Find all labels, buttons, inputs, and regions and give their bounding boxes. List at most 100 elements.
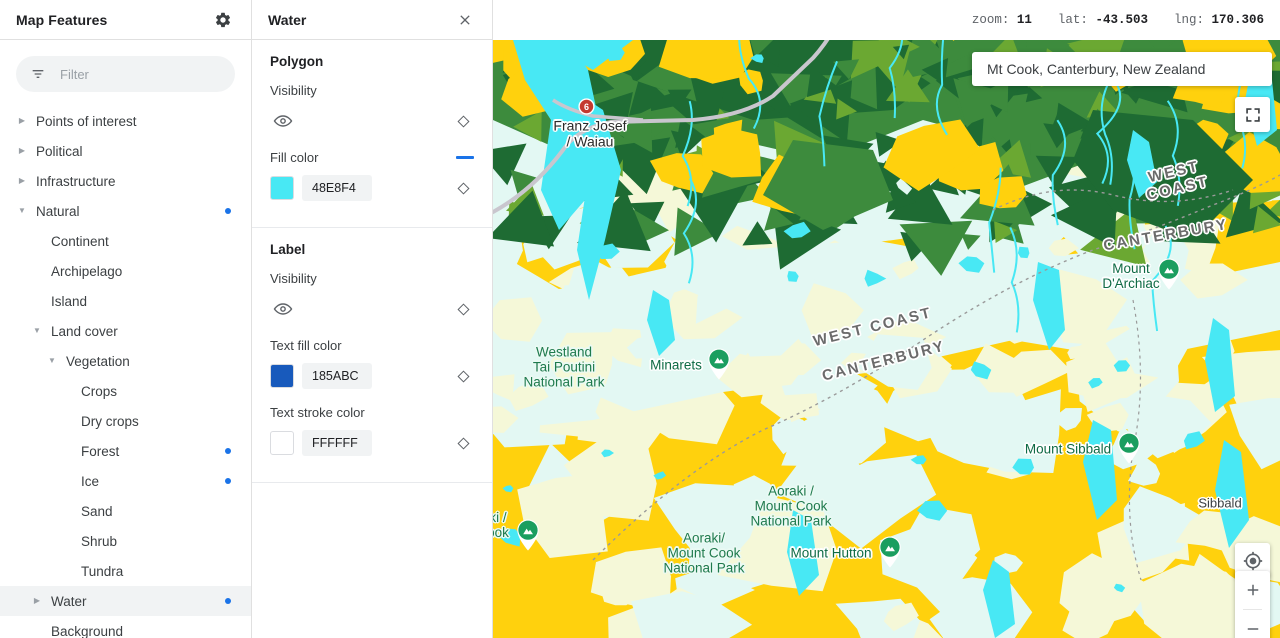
- sidebar-item-label: Points of interest: [36, 113, 137, 129]
- hex-color-input[interactable]: [302, 175, 372, 201]
- sidebar-item-sand[interactable]: ▶Sand: [0, 496, 251, 526]
- sidebar-item-label: Dry crops: [81, 413, 139, 429]
- sidebar-item-archipelago[interactable]: ▶Archipelago: [0, 256, 251, 286]
- property-label-row: Visibility: [270, 83, 474, 98]
- property-label-row: Text stroke color: [270, 405, 474, 420]
- zoom-controls: [1235, 571, 1270, 638]
- lat-key: lat:: [1057, 13, 1088, 27]
- caret-down-icon[interactable]: ▼: [16, 205, 28, 217]
- close-icon[interactable]: [454, 9, 476, 31]
- sidebar-item-dry-crops[interactable]: ▶Dry crops: [0, 406, 251, 436]
- sidebar-item-label: Sand: [81, 503, 113, 519]
- sidebar-item-island[interactable]: ▶Island: [0, 286, 251, 316]
- keyframe-diamond-icon[interactable]: [454, 300, 472, 318]
- sidebar-item-label: Land cover: [51, 323, 118, 339]
- map-terrain: [493, 0, 1280, 638]
- modified-indicator-dot: [225, 478, 231, 484]
- filter-input[interactable]: [58, 65, 221, 83]
- hex-color-input[interactable]: [302, 363, 372, 389]
- remove-override-icon[interactable]: [456, 156, 474, 159]
- property-label-row: Text fill color: [270, 338, 474, 353]
- sidebar-item-label: Forest: [81, 443, 120, 459]
- sidebar-item-forest[interactable]: ▶Forest: [0, 436, 251, 466]
- sidebar-item-crops[interactable]: ▶Crops: [0, 376, 251, 406]
- zoom-out-button[interactable]: [1235, 610, 1270, 638]
- sidebar-item-label: Tundra: [81, 563, 124, 579]
- section-title: Label: [270, 242, 306, 257]
- caret-right-icon[interactable]: ▶: [31, 595, 43, 607]
- gear-icon[interactable]: [211, 8, 235, 32]
- fullscreen-button[interactable]: [1235, 97, 1270, 132]
- map-search-box[interactable]: [972, 52, 1272, 86]
- sidebar-item-shrub[interactable]: ▶Shrub: [0, 526, 251, 556]
- caret-down-icon[interactable]: ▼: [46, 355, 58, 367]
- property-control-row: [270, 292, 474, 326]
- color-swatch[interactable]: [270, 364, 294, 388]
- lng-key: lng:: [1173, 13, 1204, 27]
- hex-color-input[interactable]: [302, 430, 372, 456]
- map-viewport[interactable]: zoom: 11 lat: -43.503 lng: 170.306 Mt Co…: [493, 0, 1280, 638]
- sidebar-item-natural[interactable]: ▼ Natural: [0, 196, 251, 226]
- caret-right-icon[interactable]: ▶: [16, 175, 28, 187]
- sidebar-item-label: Background: [51, 623, 124, 638]
- sidebar-item-points-of-interest[interactable]: ▶ Points of interest: [0, 106, 251, 136]
- zoom-value: 11: [1016, 13, 1032, 27]
- keyframe-diamond-icon[interactable]: [454, 434, 472, 452]
- caret-right-icon[interactable]: ▶: [16, 115, 28, 127]
- sidebar-item-label: Political: [36, 143, 83, 159]
- filter-icon: [30, 66, 46, 82]
- property-control-row: [270, 171, 474, 205]
- keyframe-diamond-icon[interactable]: [454, 112, 472, 130]
- filter-box[interactable]: [16, 56, 235, 92]
- sidebar-header: Map Features: [0, 0, 251, 40]
- sidebar-item-political[interactable]: ▶ Political: [0, 136, 251, 166]
- lat-value: -43.503: [1095, 13, 1148, 27]
- zoom-readout: zoom: 11: [972, 13, 1032, 27]
- eye-icon[interactable]: [271, 109, 295, 133]
- search-input[interactable]: [985, 60, 1259, 78]
- modified-indicator-dot: [225, 208, 231, 214]
- sidebar-item-background[interactable]: ▶Background: [0, 616, 251, 638]
- keyframe-diamond-icon[interactable]: [454, 367, 472, 385]
- sidebar-item-tundra[interactable]: ▶Tundra: [0, 556, 251, 586]
- property-control-row: [270, 104, 474, 138]
- color-control: [270, 363, 372, 389]
- sidebar-item-infrastructure[interactable]: ▶ Infrastructure: [0, 166, 251, 196]
- zoom-in-button[interactable]: [1235, 571, 1270, 609]
- property-label: Visibility: [270, 271, 317, 286]
- property-section-polygon: Polygon Visibility Fill color: [252, 40, 492, 228]
- section-title: Polygon: [270, 54, 324, 69]
- fullscreen-icon: [1244, 106, 1262, 124]
- page-title: Map Features: [16, 11, 108, 28]
- color-control: [270, 175, 372, 201]
- feature-tree: ▶ Points of interest ▶ Political ▶ Infrastruc…: [0, 106, 251, 638]
- modified-indicator-dot: [225, 598, 231, 604]
- sidebar-item-water[interactable]: ▶ Water: [0, 586, 251, 616]
- my-location-icon: [1243, 551, 1263, 571]
- eye-icon[interactable]: [271, 297, 295, 321]
- map-features-sidebar: Map Features ▶ Points of interest ▶ Politic…: [0, 0, 252, 638]
- property-label: Fill color: [270, 150, 319, 165]
- sidebar-item-continent[interactable]: ▶Continent: [0, 226, 251, 256]
- lng-readout: lng: 170.306: [1174, 13, 1264, 27]
- caret-down-icon[interactable]: ▼: [31, 325, 43, 337]
- modified-indicator-dot: [225, 448, 231, 454]
- keyframe-diamond-icon[interactable]: [454, 179, 472, 197]
- property-label: Text fill color: [270, 338, 342, 353]
- properties-title: Water: [268, 11, 307, 28]
- property-section-label: Label Visibility Text fill color Text strok…: [252, 228, 492, 483]
- property-label: Visibility: [270, 83, 317, 98]
- sidebar-item-ice[interactable]: ▶Ice: [0, 466, 251, 496]
- sidebar-item-land-cover[interactable]: ▼ Land cover: [0, 316, 251, 346]
- zoom-key: zoom:: [971, 13, 1010, 27]
- color-swatch[interactable]: [270, 431, 294, 455]
- color-swatch[interactable]: [270, 176, 294, 200]
- filter-container: [0, 40, 251, 92]
- property-label: Text stroke color: [270, 405, 365, 420]
- feature-properties-panel: Water Polygon Visibility Fill color Label Vi…: [252, 0, 493, 638]
- caret-right-icon[interactable]: ▶: [16, 145, 28, 157]
- sidebar-item-label: Infrastructure: [36, 173, 116, 189]
- properties-sections: Polygon Visibility Fill color Label Visibili…: [252, 40, 492, 483]
- sidebar-item-vegetation[interactable]: ▼ Vegetation: [0, 346, 251, 376]
- sidebar-item-label: Ice: [81, 473, 100, 489]
